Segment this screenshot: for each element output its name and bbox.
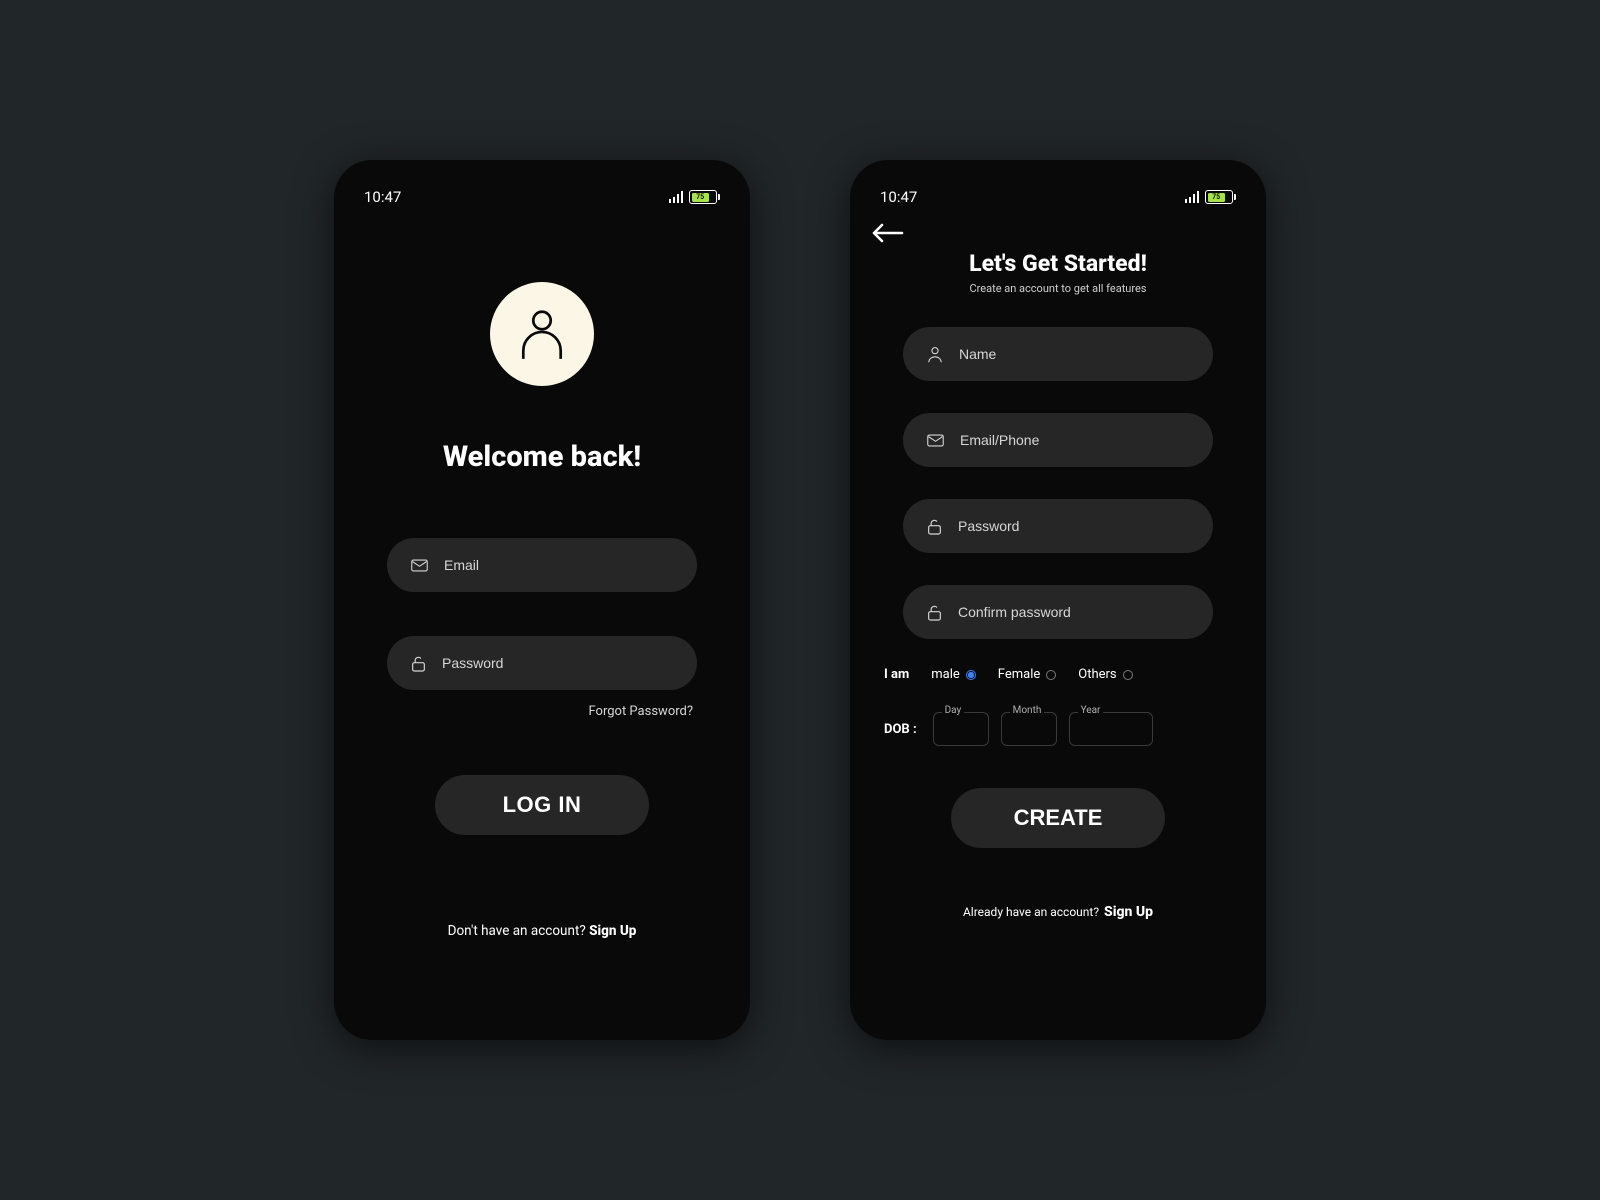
password-input[interactable] <box>442 655 673 671</box>
signup-password-field-wrapper[interactable] <box>903 499 1213 553</box>
email-field-wrapper[interactable] <box>387 538 697 592</box>
status-bar: 10:47 75 <box>878 184 1238 210</box>
battery-icon: 75 <box>1205 190 1236 204</box>
signup-footer-prompt: Already have an account? <box>963 905 1099 919</box>
mail-icon <box>411 559 428 572</box>
status-time: 10:47 <box>880 188 917 206</box>
status-indicators: 75 <box>669 190 721 204</box>
signup-screen: 10:47 75 Let's Get Started! Create an ac… <box>850 160 1266 1040</box>
dob-day-field[interactable]: Day <box>933 712 989 746</box>
login-footer-prompt: Don't have an account? <box>448 923 586 939</box>
password-field-wrapper[interactable] <box>387 636 697 690</box>
dob-day-input[interactable] <box>934 713 988 745</box>
lock-open-icon <box>927 604 942 621</box>
radio-icon <box>1123 670 1133 680</box>
dob-year-input[interactable] <box>1070 713 1152 745</box>
signup-footer-link[interactable]: Sign Up <box>1104 904 1153 920</box>
dob-month-field[interactable]: Month <box>1001 712 1057 746</box>
login-button[interactable]: LOG IN <box>435 775 649 835</box>
signup-footer: Already have an account? Sign Up <box>878 904 1238 920</box>
dob-year-label: Year <box>1078 705 1104 716</box>
person-icon <box>517 307 567 361</box>
gender-label: I am <box>884 667 909 682</box>
email-phone-field-wrapper[interactable] <box>903 413 1213 467</box>
forgot-password-link[interactable]: Forgot Password? <box>588 704 693 719</box>
email-phone-input[interactable] <box>960 432 1189 448</box>
dob-label: DOB : <box>884 722 917 737</box>
status-bar: 10:47 75 <box>362 184 722 210</box>
radio-icon <box>1046 670 1056 680</box>
dob-year-field[interactable]: Year <box>1069 712 1153 746</box>
person-icon <box>927 346 943 363</box>
lock-open-icon <box>411 655 426 672</box>
gender-option-others[interactable]: Others <box>1078 667 1132 682</box>
login-content: Welcome back! Forgot Password? LOG IN <box>362 210 722 1016</box>
confirm-password-field-wrapper[interactable] <box>903 585 1213 639</box>
status-indicators: 75 <box>1185 190 1237 204</box>
lock-open-icon <box>927 518 942 535</box>
dob-day-label: Day <box>942 705 965 716</box>
battery-icon: 75 <box>689 190 720 204</box>
name-field-wrapper[interactable] <box>903 327 1213 381</box>
status-time: 10:47 <box>364 188 401 206</box>
signal-icon <box>669 191 684 203</box>
confirm-password-input[interactable] <box>958 604 1189 620</box>
gender-male-text: male <box>931 667 960 682</box>
create-button[interactable]: CREATE <box>951 788 1165 848</box>
signal-icon <box>1185 191 1200 203</box>
gender-others-text: Others <box>1078 667 1116 682</box>
signup-password-input[interactable] <box>958 518 1189 534</box>
gender-option-female[interactable]: Female <box>998 667 1056 682</box>
signup-heading: Let's Get Started! <box>878 250 1238 277</box>
login-footer: Don't have an account? Sign Up <box>448 923 637 939</box>
gender-row: I am male Female Others <box>878 667 1238 682</box>
gender-option-male[interactable]: male <box>931 667 976 682</box>
back-arrow-icon[interactable] <box>870 222 904 244</box>
signup-link[interactable]: Sign Up <box>589 923 636 939</box>
dob-row: DOB : Day Month Year <box>878 712 1238 746</box>
dob-month-label: Month <box>1010 705 1045 716</box>
email-input[interactable] <box>444 557 673 573</box>
dob-month-input[interactable] <box>1002 713 1056 745</box>
name-input[interactable] <box>959 346 1189 362</box>
login-screen: 10:47 75 Welcome back! <box>334 160 750 1040</box>
radio-icon <box>966 670 976 680</box>
mail-icon <box>927 434 944 447</box>
gender-female-text: Female <box>998 667 1040 682</box>
avatar-placeholder <box>490 282 594 386</box>
welcome-heading: Welcome back! <box>443 440 641 474</box>
signup-subheading: Create an account to get all features <box>878 282 1238 295</box>
